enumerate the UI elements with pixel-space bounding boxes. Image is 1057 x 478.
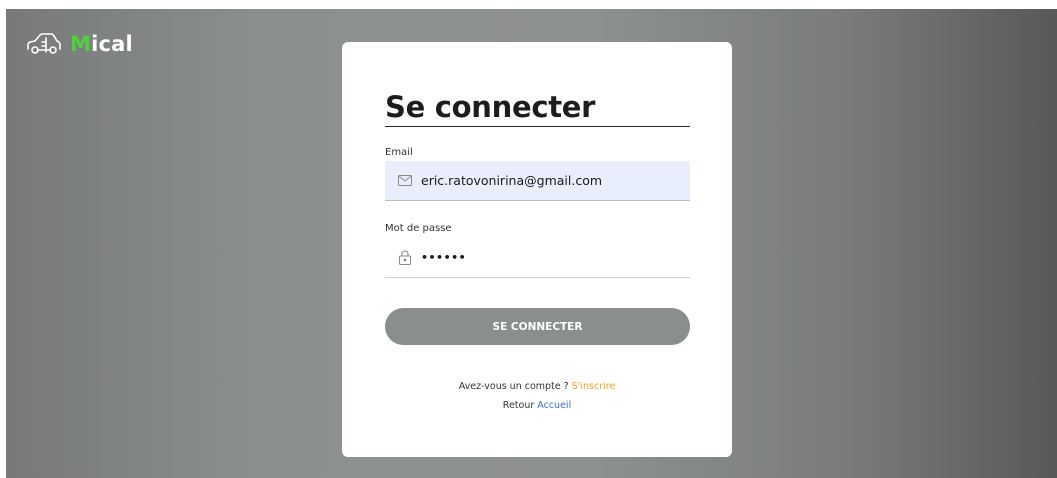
lock-icon (397, 250, 413, 266)
password-value: •••••• (421, 251, 467, 264)
account-question: Avez-vous un compte ? (458, 381, 569, 392)
page-title: Se connecter (385, 90, 596, 124)
envelope-icon (397, 173, 413, 189)
page-background: Mical Se connecter Email eric.ratovoniri… (6, 9, 1057, 478)
password-label: Mot de passe (385, 223, 452, 234)
email-field[interactable]: eric.ratovonirina@gmail.com (385, 161, 690, 201)
signup-link[interactable]: S'inscrire (572, 381, 616, 392)
email-value: eric.ratovonirina@gmail.com (421, 173, 603, 188)
home-link[interactable]: Accueil (537, 400, 571, 411)
signup-prompt: Avez-vous un compte ? S'inscrire (342, 381, 732, 392)
login-card: Se connecter Email eric.ratovonirina@gma… (342, 42, 732, 457)
back-home: Retour Accueil (342, 400, 732, 411)
email-label: Email (385, 147, 413, 158)
car-icon (26, 31, 62, 57)
password-field[interactable]: •••••• (385, 238, 690, 278)
login-button[interactable]: SE CONNECTER (385, 308, 690, 345)
brand-name: Mical (70, 32, 133, 56)
title-underline (385, 126, 690, 127)
back-prefix: Retour (502, 400, 535, 411)
brand-logo[interactable]: Mical (26, 30, 133, 58)
